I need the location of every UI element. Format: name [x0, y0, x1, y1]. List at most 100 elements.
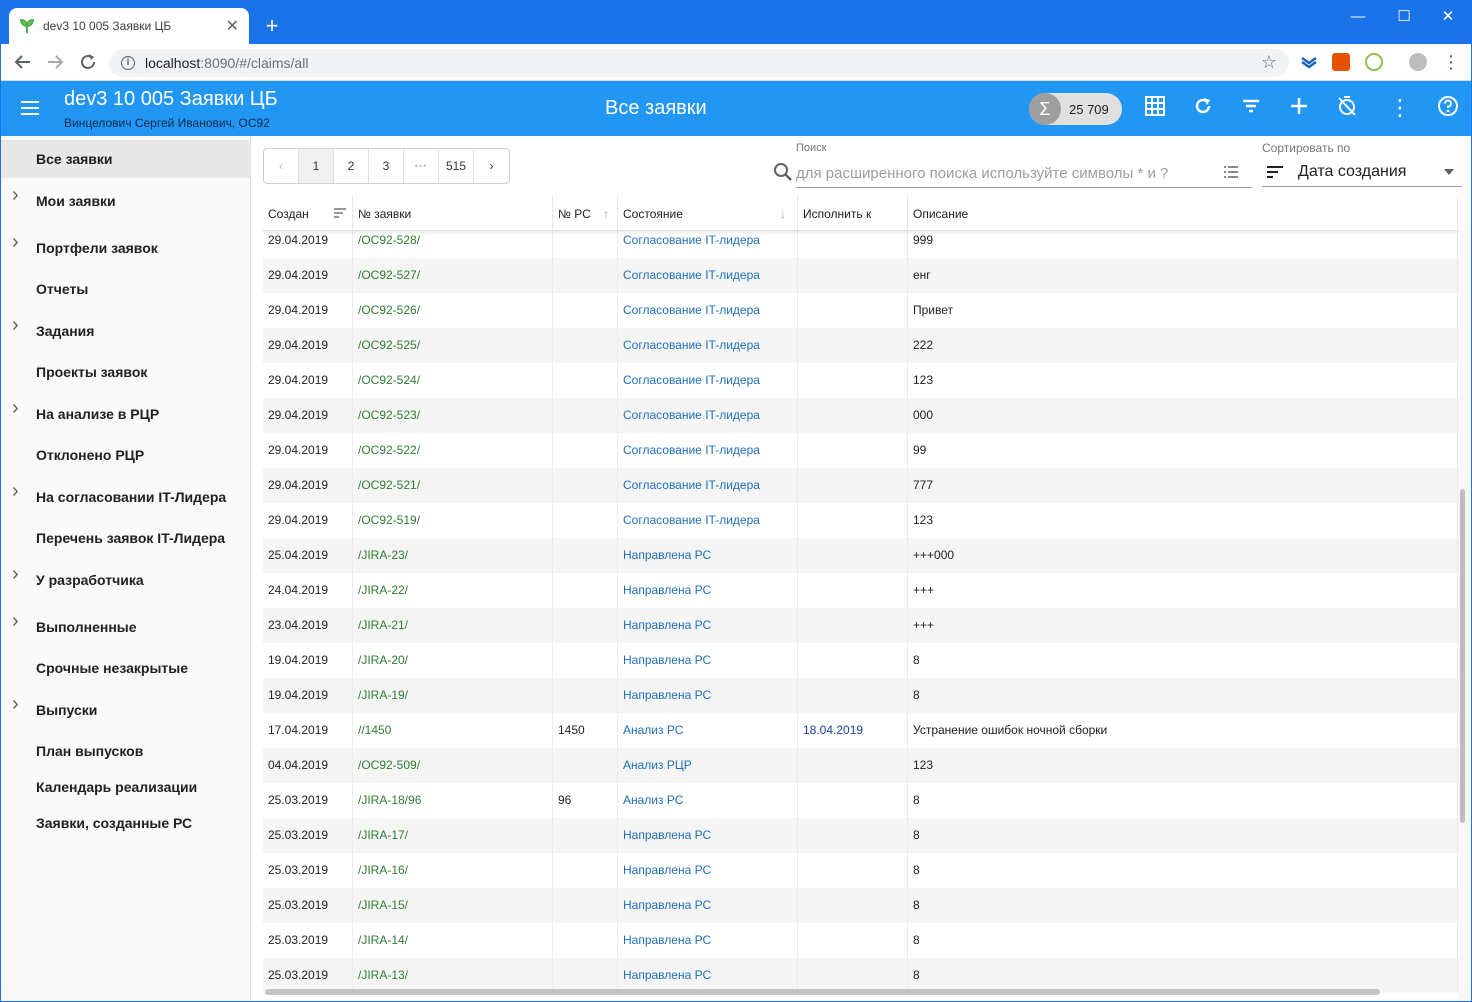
table-row[interactable]: 25.03.2019/JIRA-16/Направлена РС 8 [263, 853, 1459, 888]
extension-icon[interactable] [1300, 53, 1318, 71]
browser-tab[interactable]: dev3 10 005 Заявки ЦБ ✕ [9, 8, 249, 44]
cell-number[interactable]: /JIRA-23/ [353, 538, 553, 573]
arrow-up-icon[interactable]: ↑ [603, 207, 609, 221]
extension-icon[interactable] [1332, 53, 1350, 71]
sidebar-item[interactable]: › Задания [1, 312, 250, 350]
column-more[interactable]: Г [1455, 196, 1459, 231]
prev-page-button[interactable]: ‹ [264, 149, 299, 183]
cell-state[interactable]: Направлена РС [618, 923, 798, 958]
more-vert-icon[interactable]: ⋮ [1439, 50, 1463, 74]
sidebar-item[interactable]: › Выполненные [1, 608, 250, 646]
maximize-button[interactable]: ☐ [1381, 5, 1427, 29]
cell-number[interactable]: /JIRA-19/ [353, 678, 553, 713]
column-created[interactable]: Создан [263, 196, 353, 231]
url-field[interactable]: i localhost:8090/#/claims/all ☆ [109, 49, 1289, 77]
cell-state[interactable]: Согласование IT-лидера [618, 258, 798, 293]
more-vert-icon[interactable]: ⋮ [1387, 95, 1413, 121]
table-row[interactable]: 29.04.2019/ОС92-519/Согласование IT-лиде… [263, 503, 1459, 538]
cell-state[interactable]: Направлена РС [618, 573, 798, 608]
sidebar-item[interactable]: › У разработчика [1, 561, 250, 599]
cell-number[interactable]: /ОС92-522/ [353, 433, 553, 468]
next-page-button[interactable]: › [474, 149, 509, 183]
sidebar-item[interactable]: Календарь реализации [1, 768, 250, 806]
sidebar-item[interactable]: › На анализе в РЦР [1, 395, 250, 433]
table-row[interactable]: 24.04.2019/JIRA-22/Направлена РС +++ [263, 573, 1459, 608]
cell-state[interactable]: Согласование IT-лидера [618, 468, 798, 503]
refresh-icon[interactable] [1190, 95, 1216, 121]
cell-state[interactable]: Направлена РС [618, 958, 798, 993]
cell-number[interactable]: /ОС92-521/ [353, 468, 553, 503]
cell-number[interactable]: /JIRA-21/ [353, 608, 553, 643]
cell-number[interactable]: /ОС92-519/ [353, 503, 553, 538]
sidebar-item[interactable]: Проекты заявок [1, 353, 250, 391]
sidebar-item[interactable]: › Мои заявки [1, 182, 250, 220]
star-icon[interactable]: ☆ [1261, 52, 1277, 73]
sidebar-item[interactable]: Перечень заявок IT-Лидера [1, 519, 250, 557]
search-input[interactable] [796, 161, 1216, 185]
table-row[interactable]: 25.03.2019/JIRA-18/96 96 Анализ РС 8 [263, 783, 1459, 818]
grid-icon[interactable] [1142, 95, 1168, 121]
page-button[interactable]: 3 [369, 149, 404, 183]
cell-state[interactable]: Направлена РС [618, 853, 798, 888]
cell-state[interactable]: Согласование IT-лидера [618, 293, 798, 328]
table-row[interactable]: 29.04.2019/ОС92-524/Согласование IT-лиде… [263, 363, 1459, 398]
filter-icon[interactable] [1238, 95, 1264, 121]
page-button[interactable]: 1 [299, 149, 334, 183]
cell-state[interactable]: Согласование IT-лидера [618, 433, 798, 468]
chevron-right-icon[interactable]: › [12, 184, 19, 207]
cell-state[interactable]: Согласование IT-лидера [618, 328, 798, 363]
chevron-right-icon[interactable]: › [12, 480, 19, 503]
cell-number[interactable]: /JIRA-20/ [353, 643, 553, 678]
cell-number[interactable]: /ОС92-527/ [353, 258, 553, 293]
timer-off-icon[interactable] [1334, 95, 1360, 121]
new-tab-button[interactable]: + [259, 13, 285, 39]
arrow-down-icon[interactable]: ↓ [780, 207, 786, 221]
column-state[interactable]: Состояние ↓ [618, 196, 798, 231]
cell-number[interactable]: /JIRA-16/ [353, 853, 553, 888]
page-ellipsis[interactable]: ••• [404, 149, 439, 183]
sort-icon[interactable] [333, 207, 347, 222]
info-icon[interactable]: i [121, 56, 135, 70]
horizontal-scrollbar[interactable] [265, 989, 1380, 995]
table-row[interactable]: 29.04.2019/ОС92-526/Согласование IT-лиде… [263, 293, 1459, 328]
cell-state[interactable]: Согласование IT-лидера [618, 363, 798, 398]
table-row[interactable]: 25.03.2019/JIRA-15/Направлена РС 8 [263, 888, 1459, 923]
reload-icon[interactable] [76, 50, 100, 74]
help-icon[interactable] [1435, 95, 1461, 121]
cell-state[interactable]: Направлена РС [618, 538, 798, 573]
table-row[interactable]: 29.04.2019/ОС92-527/Согласование IT-лиде… [263, 258, 1459, 293]
cell-state[interactable]: Согласование IT-лидера [618, 503, 798, 538]
cell-state[interactable]: Направлена РС [618, 643, 798, 678]
chevron-right-icon[interactable]: › [12, 314, 19, 337]
menu-icon[interactable] [21, 101, 39, 115]
cell-number[interactable]: /JIRA-22/ [353, 573, 553, 608]
sidebar-item[interactable]: Отклонено РЦР [1, 436, 250, 474]
cell-state[interactable]: Направлена РС [618, 818, 798, 853]
sidebar-item[interactable]: Все заявки [1, 140, 250, 178]
table-row[interactable]: 19.04.2019/JIRA-20/Направлена РС 8 [263, 643, 1459, 678]
cell-number[interactable]: /JIRA-15/ [353, 888, 553, 923]
chevron-right-icon[interactable]: › [12, 563, 19, 586]
table-row[interactable]: 17.04.2019//1450 1450 Анализ РС 18.04.2019 У… [263, 713, 1459, 748]
cell-number[interactable]: //1450 [353, 713, 553, 748]
chevron-right-icon[interactable]: › [12, 231, 19, 254]
table-row[interactable]: 29.04.2019/ОС92-522/Согласование IT-лиде… [263, 433, 1459, 468]
cell-number[interactable]: /ОС92-526/ [353, 293, 553, 328]
table-row[interactable]: 25.03.2019/JIRA-14/Направлена РС 8 [263, 923, 1459, 958]
cell-number[interactable]: /JIRA-13/ [353, 958, 553, 993]
table-row[interactable]: 29.04.2019/ОС92-523/Согласование IT-лиде… [263, 398, 1459, 433]
cell-number[interactable]: /JIRA-17/ [353, 818, 553, 853]
table-row[interactable]: 23.04.2019/JIRA-21/Направлена РС +++ [263, 608, 1459, 643]
profile-avatar[interactable] [1409, 53, 1427, 71]
sidebar-item[interactable]: План выпусков [1, 732, 250, 770]
back-icon[interactable] [11, 50, 35, 74]
cell-state[interactable]: Анализ РЦР [618, 748, 798, 783]
cell-number[interactable]: /JIRA-18/96 [353, 783, 553, 818]
minimize-button[interactable]: — [1335, 5, 1381, 29]
table-row[interactable]: 29.04.2019/ОС92-525/Согласование IT-лиде… [263, 328, 1459, 363]
column-due[interactable]: Исполнить к [798, 196, 908, 231]
page-button[interactable]: 515 [439, 149, 474, 183]
cell-number[interactable]: /ОС92-525/ [353, 328, 553, 363]
sidebar-item[interactable]: Отчеты [1, 270, 250, 308]
sort-select[interactable]: Дата создания [1262, 157, 1462, 187]
